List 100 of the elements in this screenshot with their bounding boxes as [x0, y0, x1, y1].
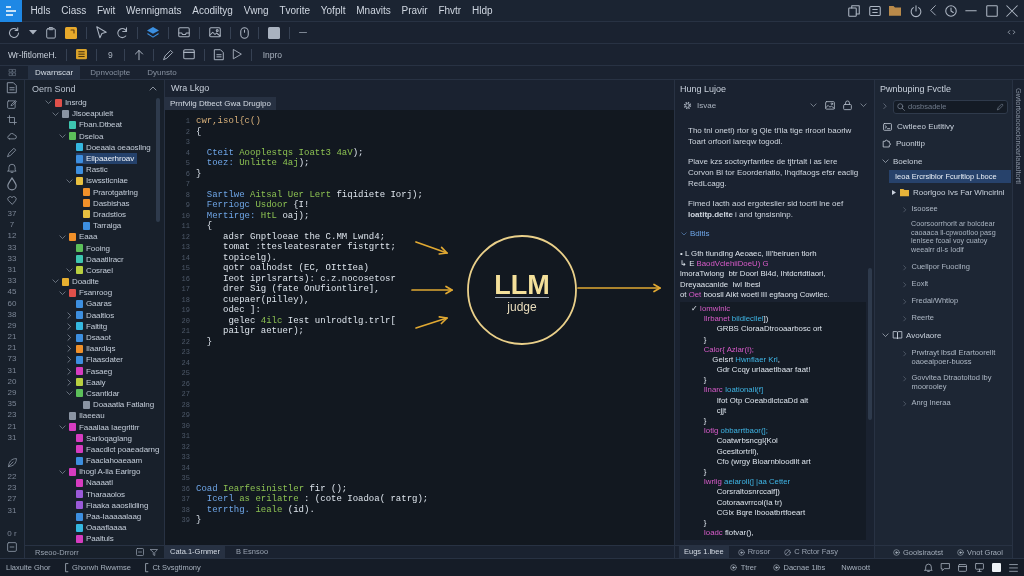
view-tab[interactable]: Dwarnscar [28, 66, 81, 79]
tree-item[interactable]: Tharaaolos [76, 488, 129, 500]
tree-item[interactable]: Paa-Iaaaaalaag [76, 510, 145, 523]
arrow-up-icon[interactable] [133, 48, 144, 61]
chevron-down-icon[interactable] [59, 133, 66, 139]
tree-item[interactable]: Sarloqaglang [76, 432, 135, 444]
list-icon[interactable] [75, 49, 87, 60]
refresh-icon[interactable] [8, 26, 20, 39]
window-icon[interactable] [958, 563, 967, 572]
tile-icon[interactable] [65, 26, 77, 39]
copy-icon[interactable] [848, 4, 860, 17]
chevron-down-icon[interactable] [52, 279, 59, 284]
tree-item[interactable]: Rastic [76, 164, 111, 176]
tree-item[interactable]: Doaaatla Fatlalng [83, 399, 157, 411]
play-icon[interactable] [232, 49, 242, 60]
menu-item[interactable]: Acodiltyg [186, 3, 239, 18]
tree-item[interactable]: Naaaatl [76, 477, 116, 489]
minimize-icon[interactable] [965, 9, 977, 12]
monitor-icon[interactable] [975, 563, 984, 572]
section-toggle[interactable]: Boelone [882, 152, 923, 170]
leaf-icon[interactable] [7, 458, 17, 468]
tree-item[interactable]: Fiaaka aaoslldling [76, 499, 152, 511]
chevron-right-icon[interactable] [67, 311, 72, 319]
inbox-icon[interactable] [178, 27, 190, 38]
chevron-right-icon[interactable] [67, 333, 72, 342]
grid-icon[interactable] [9, 69, 16, 76]
section-toggle[interactable]: Avovlaore [882, 326, 942, 345]
chevron-down-icon[interactable] [59, 469, 66, 474]
tree-item[interactable]: Iswsstlcnlae [66, 175, 131, 187]
square-icon[interactable] [268, 26, 280, 39]
tree-item[interactable]: Daaltlos [66, 309, 118, 321]
tree-item[interactable]: Faltitg [66, 320, 111, 332]
chevrons-icon[interactable] [1007, 30, 1016, 35]
drop-icon[interactable] [7, 177, 17, 191]
mouse-icon[interactable] [240, 26, 249, 39]
toolbar-button[interactable]: Inpro [260, 49, 285, 60]
menu-item[interactable]: Tvorite [274, 3, 316, 18]
menu-item[interactable]: Fhvtr [433, 3, 467, 18]
tree-item[interactable]: Fooing [76, 242, 113, 254]
tree-item[interactable]: Prarotgatrlng [83, 186, 141, 198]
tree-item[interactable]: Faacdlct poaeadarng [76, 443, 163, 455]
tree-item[interactable]: Ihogl A-lla Earirgo [59, 466, 144, 478]
edit-icon[interactable] [7, 99, 17, 109]
editor-tab[interactable]: Prnfvlig Dtbect Gwa Drugipo [165, 97, 276, 110]
chevron-down-icon[interactable] [66, 391, 73, 396]
menu-item[interactable]: Fwit [91, 3, 121, 18]
panel-link[interactable]: Puonltip [880, 135, 928, 152]
chevron-right-icon[interactable] [67, 345, 72, 353]
tree-item[interactable]: Ellpaaerhroav [76, 152, 138, 165]
section-toggle[interactable]: Bdltls [681, 229, 710, 238]
document-icon[interactable] [7, 82, 17, 94]
tree-item[interactable]: Jlsoeapulelt [52, 108, 117, 120]
folder-icon[interactable] [889, 5, 901, 16]
tree-item[interactable]: Oaaaflaaaa [76, 522, 130, 534]
box-icon[interactable] [7, 541, 17, 552]
tree-item[interactable]: Dasbishas [83, 197, 133, 209]
tree-item[interactable]: Cosrael [66, 264, 116, 276]
cursor-icon[interactable] [96, 26, 107, 39]
maximize-icon[interactable] [985, 4, 998, 17]
chat-icon[interactable] [941, 563, 950, 572]
tree-item[interactable]: Fasaeg [66, 365, 116, 377]
tree-item[interactable]: Dradstlos [83, 208, 129, 221]
outline-item[interactable]: Roorlgoo Ivs Far Wlncirlnl [892, 185, 1007, 200]
tree-item[interactable]: Csantldar [66, 387, 123, 400]
tree-item[interactable]: Tarraiga [83, 220, 125, 232]
menu-item[interactable]: Mnavits [350, 3, 397, 18]
chevron-left-icon[interactable] [930, 5, 936, 16]
clock-icon[interactable] [944, 4, 957, 17]
bell-icon[interactable] [924, 563, 933, 572]
tree-item[interactable]: Eaaiy [66, 376, 109, 388]
panel-link[interactable]: Cwtleeo Eutltivy [880, 118, 957, 135]
chevron-down-icon[interactable] [860, 103, 867, 108]
view-tab[interactable]: Dyunsto [140, 66, 184, 79]
counter-button[interactable]: 9 [105, 49, 115, 60]
tree-item[interactable]: Dsaaot [66, 331, 114, 344]
tree-item[interactable]: Daaatilracr [76, 253, 127, 265]
tree-item[interactable]: Fsanroog [59, 287, 115, 299]
layers-icon[interactable] [147, 26, 159, 39]
tree-item[interactable]: Gaaras [76, 298, 115, 310]
menu-item[interactable]: Pravir [396, 3, 433, 18]
scrollbar[interactable] [156, 98, 160, 222]
filter-icon[interactable] [150, 548, 158, 556]
view-selector[interactable]: Isvae [683, 101, 717, 110]
chevron-down-icon[interactable] [59, 234, 66, 240]
caret-right-icon[interactable] [892, 190, 896, 195]
clipboard-icon[interactable] [46, 26, 56, 39]
power-icon[interactable] [909, 4, 922, 17]
caret-down-icon[interactable] [29, 30, 37, 35]
tree-item[interactable]: Insrdg [45, 97, 90, 109]
image-icon[interactable] [825, 101, 835, 110]
chevron-up-icon[interactable] [149, 86, 157, 91]
chevron-right-icon[interactable] [883, 103, 887, 110]
menu-icon[interactable] [1009, 563, 1018, 572]
chevron-right-icon[interactable] [67, 322, 72, 330]
bell-icon[interactable] [7, 163, 17, 173]
menu-item[interactable]: Hdls [25, 3, 56, 18]
tree-item[interactable]: Faaallaa Iaegrltlrr [59, 421, 143, 433]
menu-item[interactable]: Wennigmats [120, 3, 187, 18]
pen-icon[interactable] [7, 147, 17, 157]
chevron-right-icon[interactable] [67, 378, 72, 386]
